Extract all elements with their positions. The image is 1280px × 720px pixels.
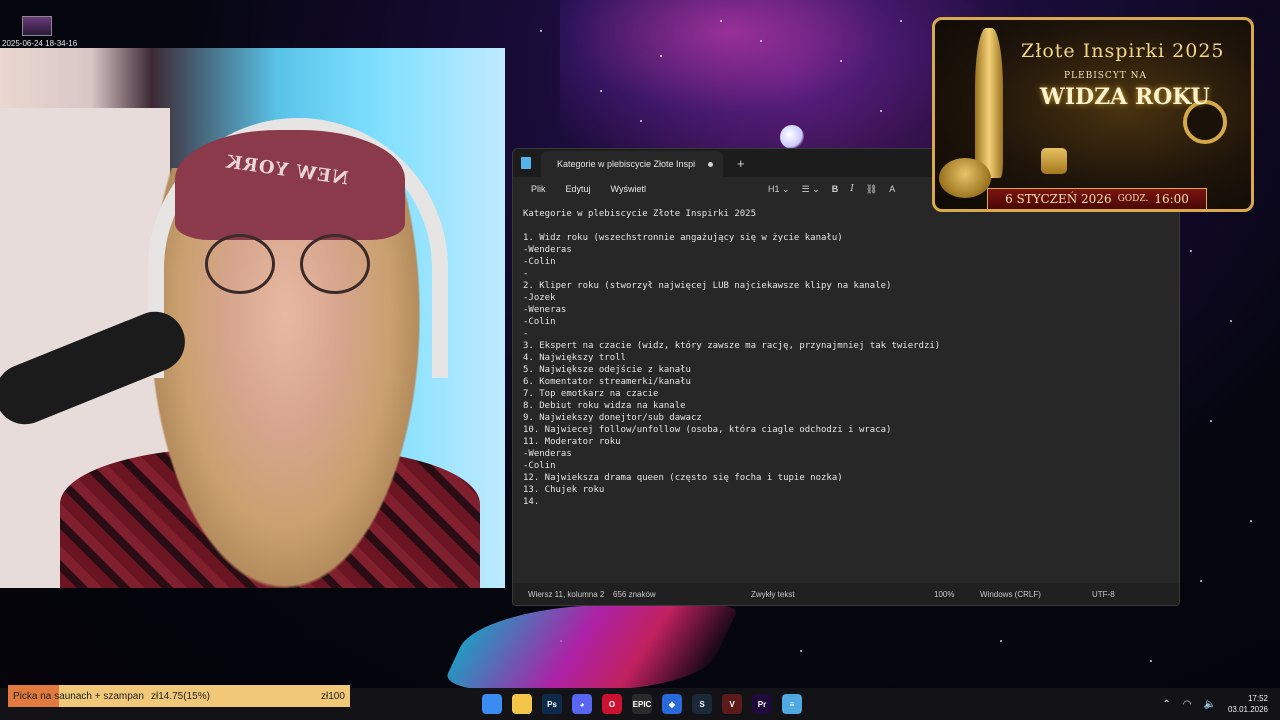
clear-formatting-icon[interactable]: A bbox=[889, 184, 895, 194]
app-red-icon[interactable]: V bbox=[722, 694, 742, 714]
banner-title: Złote Inspirki 2025 bbox=[1021, 40, 1225, 62]
banner-main-title: WIDZA ROKU bbox=[1040, 84, 1210, 110]
editor-line: 5. Największe odejście z kanału bbox=[523, 365, 691, 375]
volume-icon[interactable]: 🔈 bbox=[1204, 699, 1216, 710]
webcam-cap bbox=[175, 130, 405, 240]
epic-games-icon[interactable]: EPIC bbox=[632, 694, 652, 714]
editor-line: 10. Najwiecej follow/unfollow (osoba, kt… bbox=[523, 425, 892, 435]
editor-line: -Weneras bbox=[523, 305, 567, 315]
webcam-feed: NEW YORK bbox=[0, 48, 505, 588]
goal-progress-text: zł14.75(15%) bbox=[151, 690, 210, 702]
editor-line: 7. Top emotkarz na czacie bbox=[523, 389, 659, 399]
status-zoom[interactable]: 100% bbox=[934, 590, 954, 599]
link-icon[interactable]: ⛓ bbox=[866, 184, 877, 195]
chevron-down-icon: ⌄ bbox=[812, 183, 820, 194]
banner-date-bar: 6 STYCZEŃ 2026 GODZ. 16:00 bbox=[987, 188, 1207, 209]
clock-time: 17:52 bbox=[1247, 694, 1268, 703]
chevron-down-icon: ⌄ bbox=[782, 183, 790, 194]
trophy-icon bbox=[975, 28, 1003, 178]
notepad-icon[interactable]: ≡ bbox=[782, 694, 802, 714]
italic-button[interactable]: I bbox=[850, 184, 854, 194]
editor-line: 6. Komentator streamerki/kanału bbox=[523, 377, 691, 387]
notepad-tab[interactable]: Kategorie w plebiscycie Złote Inspi bbox=[541, 151, 723, 177]
editor-line: -Jozek bbox=[523, 293, 556, 303]
banner-time-label: GODZ. bbox=[1117, 194, 1149, 204]
status-char-count: 656 znaków bbox=[613, 589, 656, 599]
clock-date: 03.01.2026 bbox=[1227, 705, 1268, 714]
desktop-file-label[interactable]: 2025-06-24 18-34-16 bbox=[2, 39, 77, 48]
app-blue-icon[interactable]: ◆ bbox=[662, 694, 682, 714]
opera-icon[interactable]: O bbox=[602, 694, 622, 714]
editor-line: -Wenderas bbox=[523, 245, 572, 255]
unsaved-dot-icon[interactable] bbox=[708, 161, 713, 167]
webcam-glasses-right bbox=[300, 234, 370, 294]
notepad-editor[interactable]: Kategorie w plebiscycie Złote Inspirki 2… bbox=[513, 201, 1179, 583]
status-line-ending[interactable]: Windows (CRLF) bbox=[980, 590, 1041, 599]
event-banner: Złote Inspirki 2025 PLEBISCYT NA WIDZA R… bbox=[932, 17, 1254, 212]
editor-line: -Colin bbox=[523, 257, 556, 267]
editor-line: 1. Widz roku (wszechstronnie angażujący … bbox=[523, 233, 843, 243]
desktop-wallpaper-neon-road bbox=[440, 605, 740, 690]
steam-icon[interactable]: S bbox=[692, 694, 712, 714]
editor-line: -Wenderas bbox=[523, 449, 572, 459]
heading-label: H1 bbox=[768, 184, 780, 194]
banner-time: 16:00 bbox=[1154, 192, 1189, 206]
editor-line: - bbox=[523, 329, 529, 339]
notepad-tab-title: Kategorie w plebiscycie Złote Inspi bbox=[557, 159, 696, 169]
editor-line: - bbox=[523, 269, 529, 279]
notepad-app-icon bbox=[521, 157, 531, 169]
heading-dropdown[interactable]: H1 ⌄ bbox=[768, 184, 790, 195]
donation-goal-bar: Picka na saunach + szampan zł14.75(15%) … bbox=[8, 685, 350, 707]
editor-line: -Colin bbox=[523, 461, 556, 471]
tray-chevron-up-icon[interactable]: ⌃ bbox=[1162, 699, 1170, 710]
editor-line: 4. Największy troll bbox=[523, 353, 626, 363]
editor-line: 2. Kliper roku (stworzył najwięcej LUB n… bbox=[523, 281, 892, 291]
notepad-window: Kategorie w plebiscycie Złote Inspi + Pl… bbox=[512, 148, 1180, 606]
status-cursor-position: Wiersz 11, kolumna 2 bbox=[528, 589, 605, 599]
menu-file[interactable]: Plik bbox=[521, 184, 556, 194]
editor-line: 8. Debiut roku widza na kanale bbox=[523, 401, 686, 411]
goal-label: Picka na saunach + szampan bbox=[13, 690, 144, 702]
new-tab-button[interactable]: + bbox=[737, 156, 745, 171]
editor-line: 9. Najwiekszy donejtor/sub dawacz bbox=[523, 413, 702, 423]
editor-line: 3. Ekspert na czacie (widz, który zawsze… bbox=[523, 341, 941, 351]
wifi-icon[interactable]: ◠ bbox=[1183, 699, 1192, 710]
windows-start-icon[interactable] bbox=[482, 694, 502, 714]
desktop-file-icon[interactable] bbox=[22, 16, 52, 36]
desktop-wallpaper-nebula bbox=[560, 0, 980, 160]
bold-button[interactable]: B bbox=[832, 184, 839, 194]
editor-line: 11. Moderator roku bbox=[523, 437, 621, 447]
editor-line: 14. bbox=[523, 497, 540, 507]
banner-subtitle: PLEBISCYT NA bbox=[1064, 71, 1148, 81]
file-explorer-icon[interactable] bbox=[512, 694, 532, 714]
system-tray: ⌃ ◠ 🔈 17:52 03.01.2026 bbox=[1162, 688, 1268, 720]
formatting-toolbar: H1 ⌄ ☰ ⌄ B I ⛓ A bbox=[768, 177, 895, 201]
premiere-icon[interactable]: Pr bbox=[752, 694, 772, 714]
editor-line: 12. Najwieksza drama queen (często się f… bbox=[523, 473, 843, 483]
frog-emote-icon bbox=[939, 158, 991, 198]
taskbar-apps: Ps ◕ O EPIC ◆ S V Pr ≡ bbox=[482, 688, 802, 720]
status-encoding[interactable]: UTF-8 bbox=[1092, 590, 1115, 599]
status-format[interactable]: Zwykły tekst bbox=[751, 590, 795, 599]
list-dropdown[interactable]: ☰ ⌄ bbox=[802, 184, 820, 195]
menu-edit[interactable]: Edytuj bbox=[556, 184, 601, 194]
banner-date: 6 STYCZEŃ 2026 bbox=[1005, 192, 1112, 206]
taskbar-clock[interactable]: 17:52 03.01.2026 bbox=[1228, 693, 1268, 715]
photoshop-icon[interactable]: Ps bbox=[542, 694, 562, 714]
twitch-logo-icon bbox=[1041, 148, 1067, 174]
list-icon: ☰ bbox=[801, 183, 810, 194]
menu-view[interactable]: Wyświetl bbox=[601, 184, 656, 194]
editor-line: -Colin bbox=[523, 317, 556, 327]
discord-icon[interactable]: ◕ bbox=[572, 694, 592, 714]
goal-target: zł100 bbox=[321, 690, 345, 702]
editor-line: 13. Chujek roku bbox=[523, 485, 605, 495]
webcam-glasses-left bbox=[205, 234, 275, 294]
desktop-wallpaper-moon bbox=[780, 125, 804, 149]
notepad-statusbar: Wiersz 11, kolumna 2 656 znaków Zwykły t… bbox=[513, 583, 1179, 605]
